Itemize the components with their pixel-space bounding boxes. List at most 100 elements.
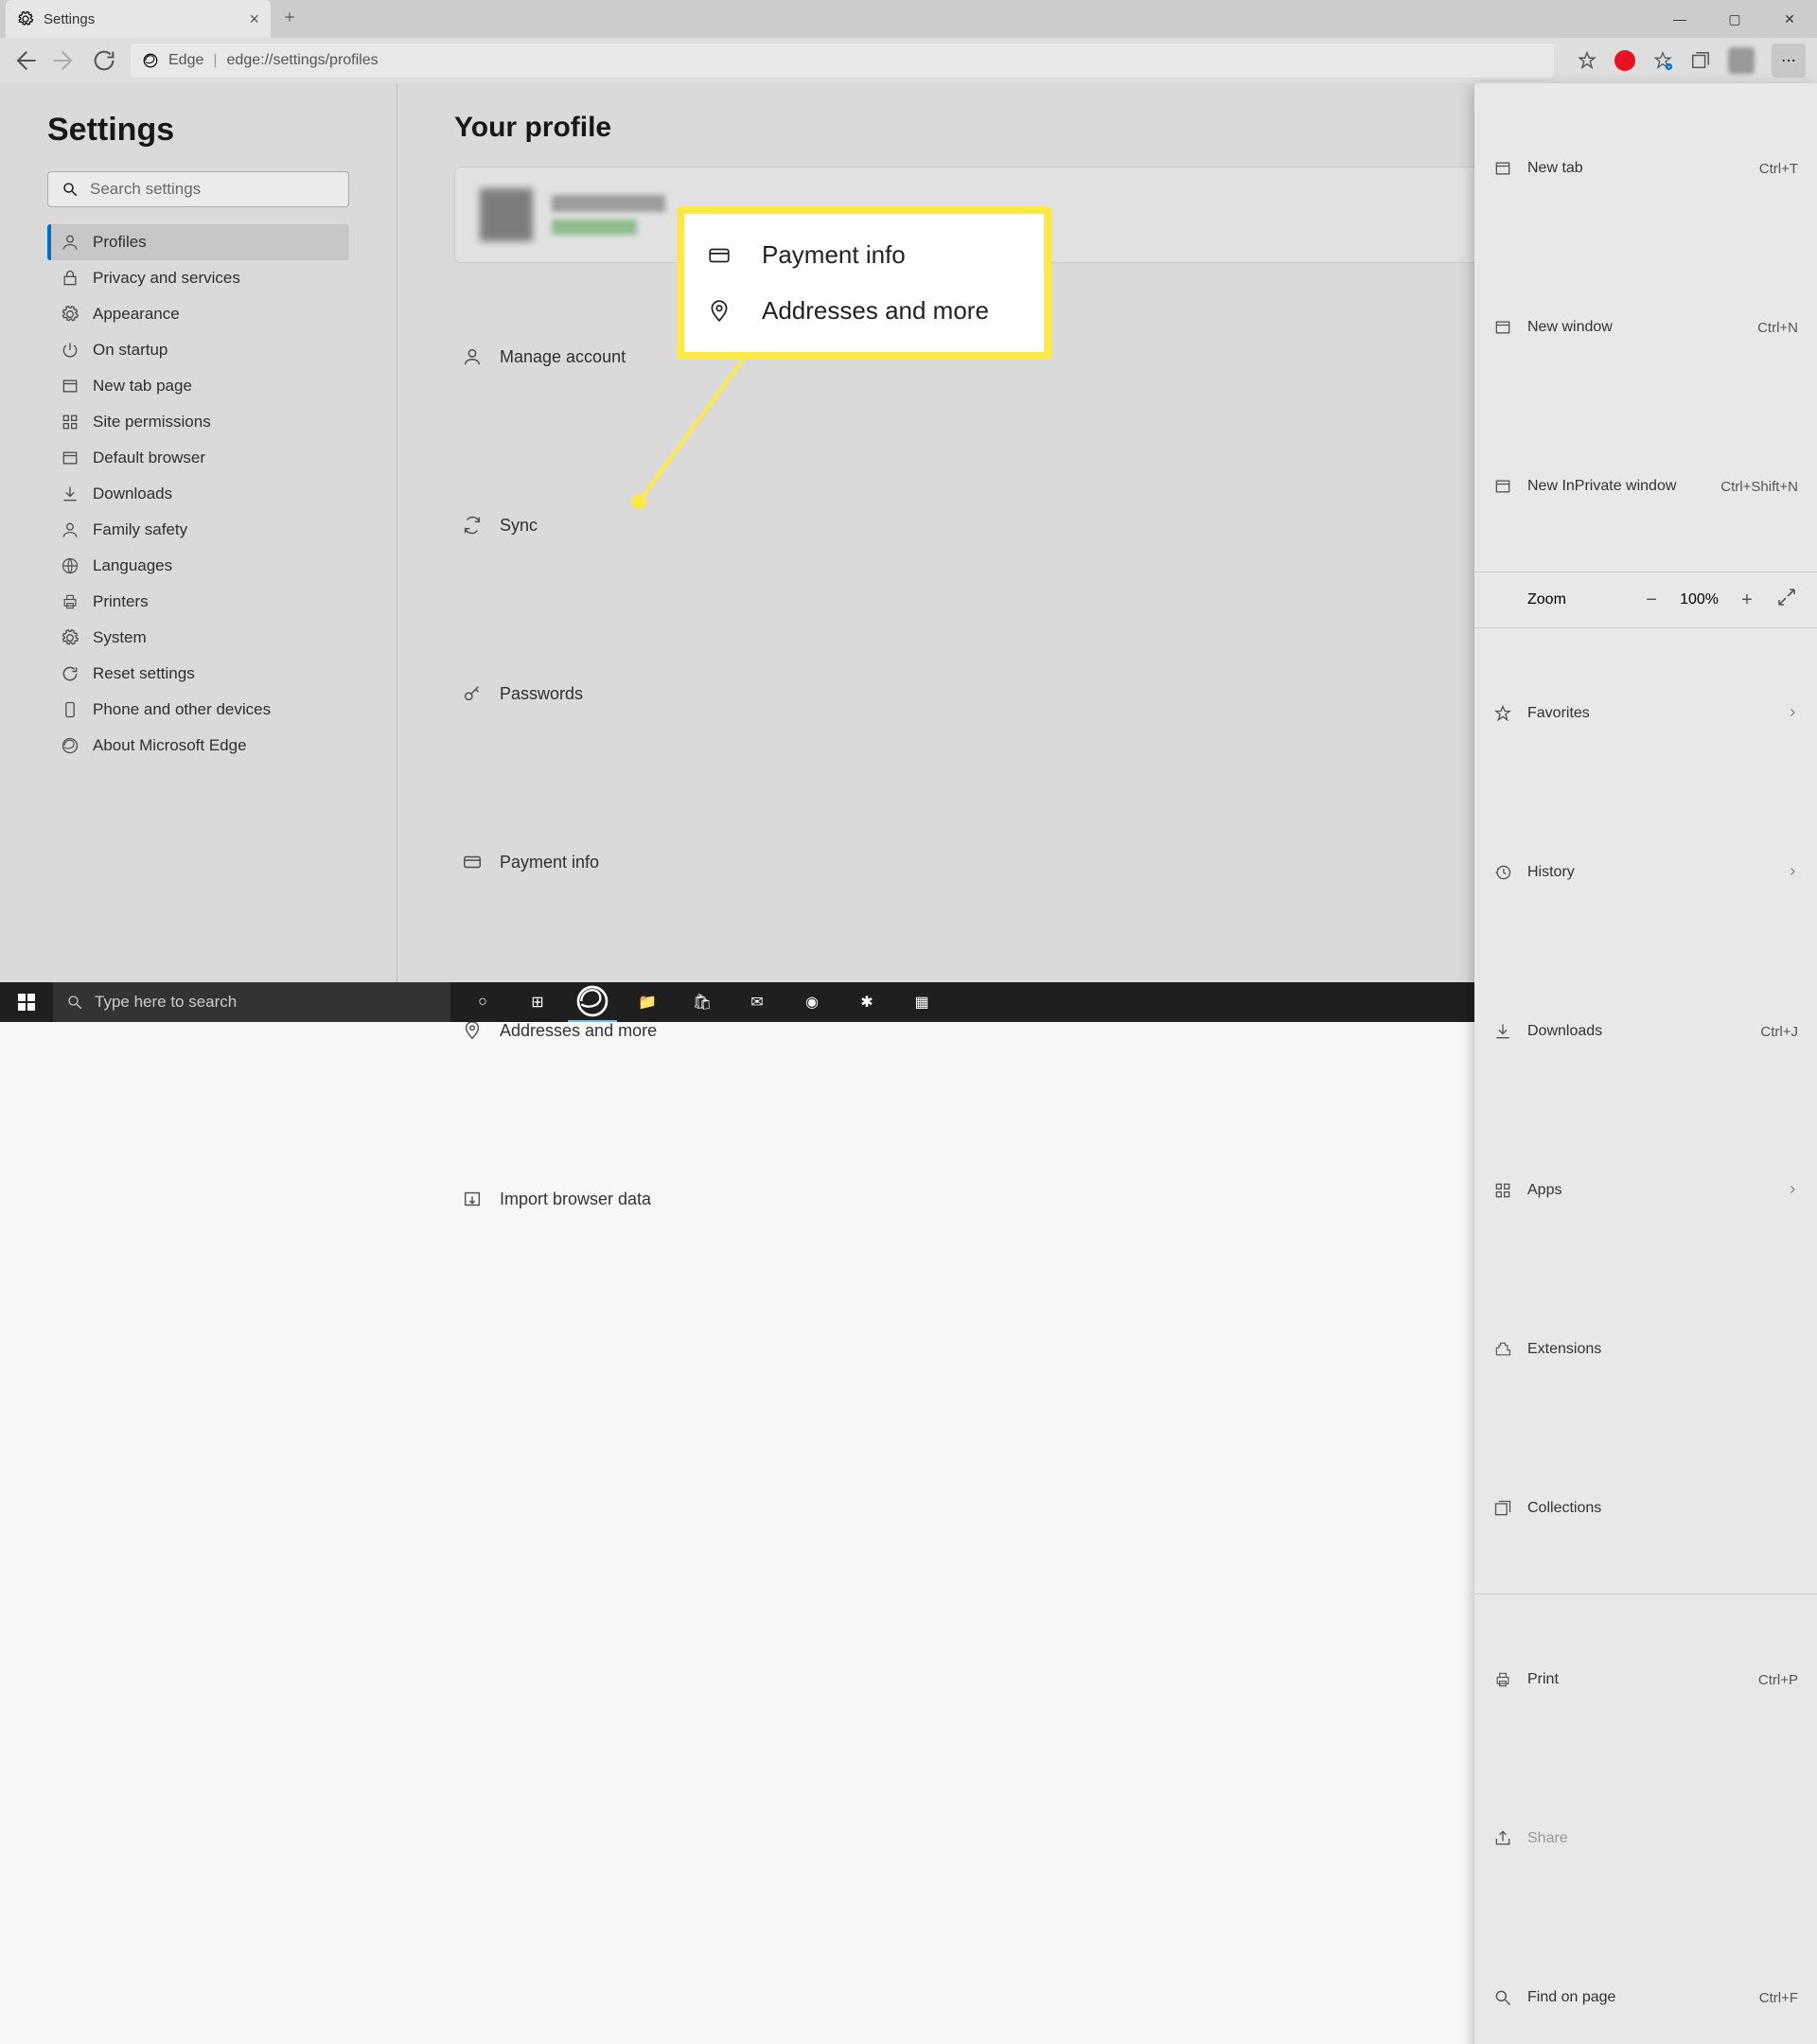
address-bar: Edge | edge://settings/profiles ⋯ <box>0 38 1817 83</box>
maximize-button[interactable]: ▢ <box>1707 0 1762 38</box>
browser-menu: New tabCtrl+TNew windowCtrl+NNew InPriva… <box>1474 83 1817 2044</box>
extension-badge[interactable] <box>1614 50 1635 71</box>
menu-item-find-on-page[interactable]: Find on pageCtrl+F <box>1474 1918 1817 2044</box>
pin-icon <box>462 960 483 1101</box>
sidebar-item-privacy-and-services[interactable]: Privacy and services <box>47 260 349 296</box>
profile-email-blurred <box>552 220 637 235</box>
menu-item-history[interactable]: History <box>1474 793 1817 952</box>
page-heading: Your profile <box>454 112 611 144</box>
share-icon <box>1493 1768 1512 1910</box>
language-icon <box>61 556 79 575</box>
minimize-button[interactable]: ― <box>1652 0 1707 38</box>
callout-item: Addresses and more <box>703 283 1025 339</box>
system-icon <box>61 628 79 647</box>
explorer-icon[interactable]: 📁 <box>623 982 672 1022</box>
sidebar-item-appearance[interactable]: Appearance <box>47 296 349 332</box>
store-icon[interactable]: 🛍 <box>678 982 727 1022</box>
profile-avatar[interactable] <box>1728 47 1755 74</box>
import-icon <box>462 1128 483 1270</box>
search-icon <box>62 181 79 198</box>
menu-item-new-window[interactable]: New windowCtrl+N <box>1474 248 1817 407</box>
slack-icon[interactable]: ✱ <box>842 982 891 1022</box>
window-icon <box>1493 256 1512 398</box>
edge-taskbar-icon[interactable] <box>568 982 617 1022</box>
chevron-icon <box>1787 1183 1798 1198</box>
collections-icon[interactable] <box>1690 50 1711 71</box>
app-icon[interactable]: ▦ <box>897 982 946 1022</box>
sidebar-item-on-startup[interactable]: On startup <box>47 332 349 368</box>
profile-card-icon <box>61 233 79 252</box>
favorite-icon[interactable] <box>1577 50 1597 71</box>
chrome-icon[interactable]: ◉ <box>787 982 837 1022</box>
favorites-add-icon[interactable] <box>1652 50 1673 71</box>
start-button[interactable] <box>0 982 53 1022</box>
back-button[interactable] <box>11 47 38 74</box>
browser-icon <box>61 449 79 467</box>
forward-button[interactable] <box>51 47 78 74</box>
menu-item-new-tab[interactable]: New tabCtrl+T <box>1474 89 1817 248</box>
zoom-value: 100% <box>1680 591 1719 608</box>
close-tab-icon[interactable]: × <box>249 9 259 29</box>
phone-icon <box>61 700 79 719</box>
printer-icon <box>61 592 79 611</box>
power-icon <box>61 341 79 360</box>
sidebar-item-system[interactable]: System <box>47 620 349 656</box>
gear-icon <box>17 10 34 27</box>
card-icon <box>707 243 732 268</box>
chevron-icon <box>1787 865 1798 880</box>
url-field[interactable]: Edge | edge://settings/profiles <box>131 44 1554 78</box>
download-icon <box>61 485 79 503</box>
zoom-out-button[interactable]: − <box>1640 590 1663 611</box>
tab-title: Settings <box>44 11 239 27</box>
callout-leader-line <box>629 350 762 511</box>
taskview-icon[interactable]: ⊞ <box>513 982 562 1022</box>
key-icon <box>462 623 483 765</box>
find-icon <box>1493 1927 1512 2044</box>
zoom-in-button[interactable]: + <box>1736 590 1758 611</box>
menu-item-new-inprivate-window[interactable]: New InPrivate windowCtrl+Shift+N <box>1474 407 1817 566</box>
sidebar-item-about-microsoft-edge[interactable]: About Microsoft Edge <box>47 728 349 764</box>
menu-item-favorites[interactable]: Favorites <box>1474 634 1817 793</box>
refresh-button[interactable] <box>91 47 117 74</box>
menu-item-share: Share <box>1474 1759 1817 1918</box>
mail-icon[interactable]: ✉ <box>732 982 782 1022</box>
new-tab-button[interactable] <box>282 9 297 30</box>
lock-icon <box>61 269 79 288</box>
taskbar-search[interactable]: Type here to search <box>53 982 450 1022</box>
search-settings[interactable] <box>47 171 349 207</box>
menu-item-downloads[interactable]: DownloadsCtrl+J <box>1474 952 1817 1111</box>
browser-tab[interactable]: Settings × <box>6 0 271 38</box>
menu-item-extensions[interactable]: Extensions <box>1474 1270 1817 1429</box>
sidebar-item-family-safety[interactable]: Family safety <box>47 512 349 548</box>
menu-item-print[interactable]: PrintCtrl+P <box>1474 1600 1817 1759</box>
search-input[interactable] <box>90 180 335 199</box>
chevron-icon <box>1787 706 1798 721</box>
url-path: edge://settings/profiles <box>227 52 379 69</box>
sidebar-item-languages[interactable]: Languages <box>47 548 349 584</box>
settings-sidebar: Settings ProfilesPrivacy and servicesApp… <box>0 83 397 982</box>
edge-icon <box>142 52 159 69</box>
menu-item-collections[interactable]: Collections <box>1474 1429 1817 1588</box>
sidebar-item-default-browser[interactable]: Default browser <box>47 440 349 476</box>
download-icon <box>1493 960 1512 1102</box>
close-window-button[interactable]: ✕ <box>1762 0 1817 38</box>
sidebar-item-new-tab-page[interactable]: New tab page <box>47 368 349 404</box>
newtab-icon <box>1493 97 1512 239</box>
sidebar-item-profiles[interactable]: Profiles <box>47 224 349 260</box>
permissions-icon <box>61 413 79 432</box>
cortana-icon[interactable]: ○ <box>458 982 507 1022</box>
fullscreen-button[interactable] <box>1775 586 1798 614</box>
sidebar-item-downloads[interactable]: Downloads <box>47 476 349 512</box>
sidebar-item-site-permissions[interactable]: Site permissions <box>47 404 349 440</box>
more-menu-button[interactable]: ⋯ <box>1772 44 1806 78</box>
apps-icon <box>1493 1119 1512 1261</box>
callout-highlight: Payment infoAddresses and more <box>677 206 1051 360</box>
sidebar-item-phone-and-other-devices[interactable]: Phone and other devices <box>47 692 349 728</box>
sidebar-title: Settings <box>47 112 349 149</box>
search-icon <box>66 994 83 1011</box>
titlebar: Settings × ― ▢ ✕ <box>0 0 1817 38</box>
sidebar-item-reset-settings[interactable]: Reset settings <box>47 656 349 692</box>
sidebar-item-printers[interactable]: Printers <box>47 584 349 620</box>
person-icon <box>462 286 483 428</box>
menu-item-apps[interactable]: Apps <box>1474 1111 1817 1270</box>
